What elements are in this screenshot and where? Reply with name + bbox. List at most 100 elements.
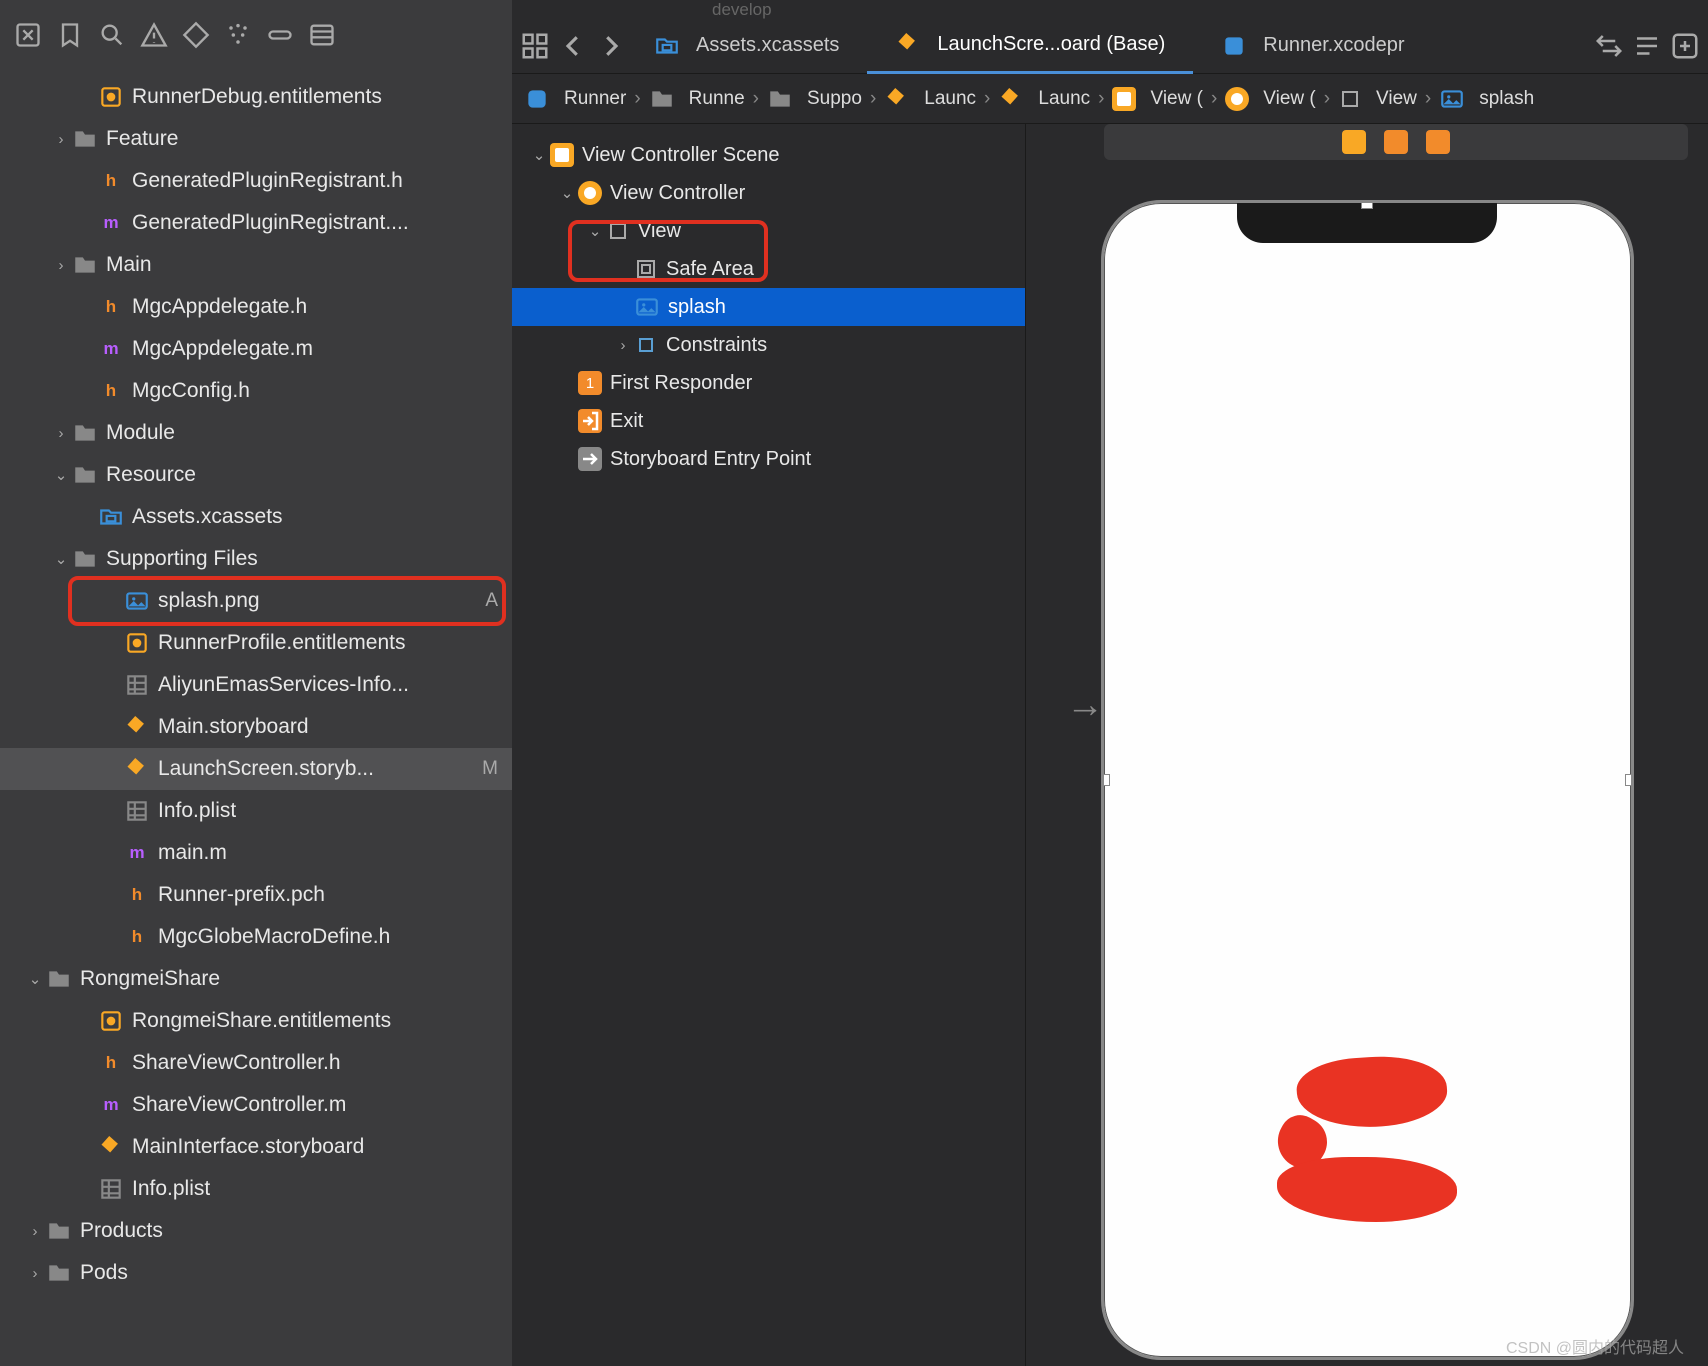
device-frame[interactable] xyxy=(1101,200,1634,1360)
file-row[interactable]: AliyunEmasServices-Info... xyxy=(0,664,512,706)
interface-builder-canvas[interactable]: → CSDN @圆内的代码超人 xyxy=(1026,124,1708,1366)
breadcrumb-item[interactable]: Suppo› xyxy=(767,86,878,112)
file-row[interactable]: › Products xyxy=(0,1210,512,1252)
outline-row[interactable]: › Constraints xyxy=(512,326,1025,364)
document-outline[interactable]: ⌄ View Controller Scene ⌄ View Controlle… xyxy=(512,124,1026,1366)
file-row[interactable]: ⌄ Resource xyxy=(0,454,512,496)
outline-row[interactable]: 1 First Responder xyxy=(512,364,1025,402)
disclosure-icon[interactable]: › xyxy=(50,425,72,442)
tab-label: Assets.xcassets xyxy=(696,34,839,57)
grid-icon[interactable] xyxy=(520,31,550,61)
file-row[interactable]: m GeneratedPluginRegistrant.... xyxy=(0,202,512,244)
file-name: Runner-prefix.pch xyxy=(158,883,325,907)
file-row[interactable]: splash.png A xyxy=(0,580,512,622)
spray-icon[interactable] xyxy=(224,21,252,49)
breadcrumb-item[interactable]: Launc› xyxy=(998,86,1106,112)
file-row[interactable]: › Main xyxy=(0,244,512,286)
forward-icon[interactable] xyxy=(596,31,626,61)
outline-row[interactable]: ⌄ View Controller Scene xyxy=(512,136,1025,174)
file-row[interactable]: h MgcAppdelegate.h xyxy=(0,286,512,328)
disclosure-icon[interactable]: › xyxy=(24,1223,46,1240)
file-name: Assets.xcassets xyxy=(132,505,283,529)
disclosure-icon[interactable]: › xyxy=(50,257,72,274)
breadcrumb-item[interactable]: View (› xyxy=(1112,87,1219,111)
disclosure-icon[interactable]: ⌄ xyxy=(584,222,606,240)
disclosure-icon[interactable]: › xyxy=(24,1265,46,1282)
alignment-chip[interactable] xyxy=(1384,130,1408,154)
breadcrumb-item[interactable]: Runne› xyxy=(649,86,761,112)
editor-tab[interactable]: Runner.xcodepr xyxy=(1193,18,1432,74)
lines-icon[interactable] xyxy=(1632,31,1662,61)
search-icon[interactable] xyxy=(98,21,126,49)
alignment-chip[interactable] xyxy=(1426,130,1450,154)
resize-handle[interactable] xyxy=(1361,200,1373,209)
outline-label: Constraints xyxy=(666,334,767,357)
file-name: GeneratedPluginRegistrant.h xyxy=(132,169,403,193)
file-row[interactable]: MainInterface.storyboard xyxy=(0,1126,512,1168)
file-row[interactable]: Info.plist xyxy=(0,1168,512,1210)
breadcrumb-item[interactable]: Runner› xyxy=(524,86,643,112)
disclosure-icon[interactable]: ⌄ xyxy=(528,146,550,164)
redacted-content xyxy=(1277,1057,1457,1227)
back-icon[interactable] xyxy=(558,31,588,61)
file-row[interactable]: h ShareViewController.h xyxy=(0,1042,512,1084)
file-row[interactable]: h MgcGlobeMacroDefine.h xyxy=(0,916,512,958)
pill-icon[interactable] xyxy=(266,21,294,49)
editor-tab[interactable]: Assets.xcassets xyxy=(626,18,867,74)
bookmark-icon[interactable] xyxy=(56,21,84,49)
disclosure-icon[interactable]: ⌄ xyxy=(24,970,46,988)
resize-handle[interactable] xyxy=(1625,774,1634,786)
outline-row[interactable]: Safe Area xyxy=(512,250,1025,288)
file-row[interactable]: LaunchScreen.storyb... M xyxy=(0,748,512,790)
square-x-icon[interactable] xyxy=(14,21,42,49)
file-row[interactable]: Assets.xcassets xyxy=(0,496,512,538)
file-row[interactable]: › Pods xyxy=(0,1252,512,1294)
file-row[interactable]: h MgcConfig.h xyxy=(0,370,512,412)
file-row[interactable]: h GeneratedPluginRegistrant.h xyxy=(0,160,512,202)
disclosure-icon[interactable]: ⌄ xyxy=(50,466,72,484)
disclosure-icon[interactable]: › xyxy=(50,131,72,148)
warning-icon[interactable] xyxy=(140,21,168,49)
file-row[interactable]: RunnerProfile.entitlements xyxy=(0,622,512,664)
alignment-chip[interactable] xyxy=(1342,130,1366,154)
file-row[interactable]: RongmeiShare.entitlements xyxy=(0,1000,512,1042)
outline-row[interactable]: Storyboard Entry Point xyxy=(512,440,1025,478)
file-name: RongmeiShare.entitlements xyxy=(132,1009,391,1033)
file-tree[interactable]: RunnerDebug.entitlements › Feature h Gen… xyxy=(0,70,512,1366)
disclosure-icon[interactable]: › xyxy=(612,337,634,354)
file-row[interactable]: m ShareViewController.m xyxy=(0,1084,512,1126)
diamond-icon[interactable] xyxy=(182,21,210,49)
editor-tab[interactable]: LaunchScre...oard (Base) xyxy=(867,18,1193,74)
outline-row[interactable]: Exit xyxy=(512,402,1025,440)
entry-point-arrow: → xyxy=(1066,684,1104,727)
file-row[interactable]: Main.storyboard xyxy=(0,706,512,748)
file-row[interactable]: › Module xyxy=(0,412,512,454)
file-name: LaunchScreen.storyb... xyxy=(158,757,374,781)
outline-row[interactable]: ⌄ View Controller xyxy=(512,174,1025,212)
outline-row[interactable]: splash xyxy=(512,288,1025,326)
outline-row[interactable]: ⌄ View xyxy=(512,212,1025,250)
outline-label: Exit xyxy=(610,410,643,433)
swap-icon[interactable] xyxy=(1594,31,1624,61)
file-name: RunnerProfile.entitlements xyxy=(158,631,405,655)
breadcrumb-item[interactable]: View (› xyxy=(1225,87,1332,111)
file-row[interactable]: h Runner-prefix.pch xyxy=(0,874,512,916)
breadcrumb-item[interactable]: splash xyxy=(1439,86,1534,112)
jump-bar[interactable]: Runner›Runne›Suppo›Launc›Launc›View (›Vi… xyxy=(512,74,1708,124)
outline-label: View xyxy=(638,220,681,243)
disclosure-icon[interactable]: ⌄ xyxy=(556,184,578,202)
file-row[interactable]: › Feature xyxy=(0,118,512,160)
file-row[interactable]: Info.plist xyxy=(0,790,512,832)
breadcrumb-item[interactable]: View› xyxy=(1338,87,1433,111)
file-row[interactable]: ⌄ Supporting Files xyxy=(0,538,512,580)
editor-tabs[interactable]: Assets.xcassets LaunchScre...oard (Base)R… xyxy=(512,18,1708,74)
plus-box-icon[interactable] xyxy=(1670,31,1700,61)
file-row[interactable]: m MgcAppdelegate.m xyxy=(0,328,512,370)
resize-handle[interactable] xyxy=(1101,774,1110,786)
disclosure-icon[interactable]: ⌄ xyxy=(50,550,72,568)
list-icon[interactable] xyxy=(308,21,336,49)
breadcrumb-item[interactable]: Launc› xyxy=(884,86,992,112)
file-row[interactable]: m main.m xyxy=(0,832,512,874)
file-row[interactable]: RunnerDebug.entitlements xyxy=(0,76,512,118)
file-row[interactable]: ⌄ RongmeiShare xyxy=(0,958,512,1000)
